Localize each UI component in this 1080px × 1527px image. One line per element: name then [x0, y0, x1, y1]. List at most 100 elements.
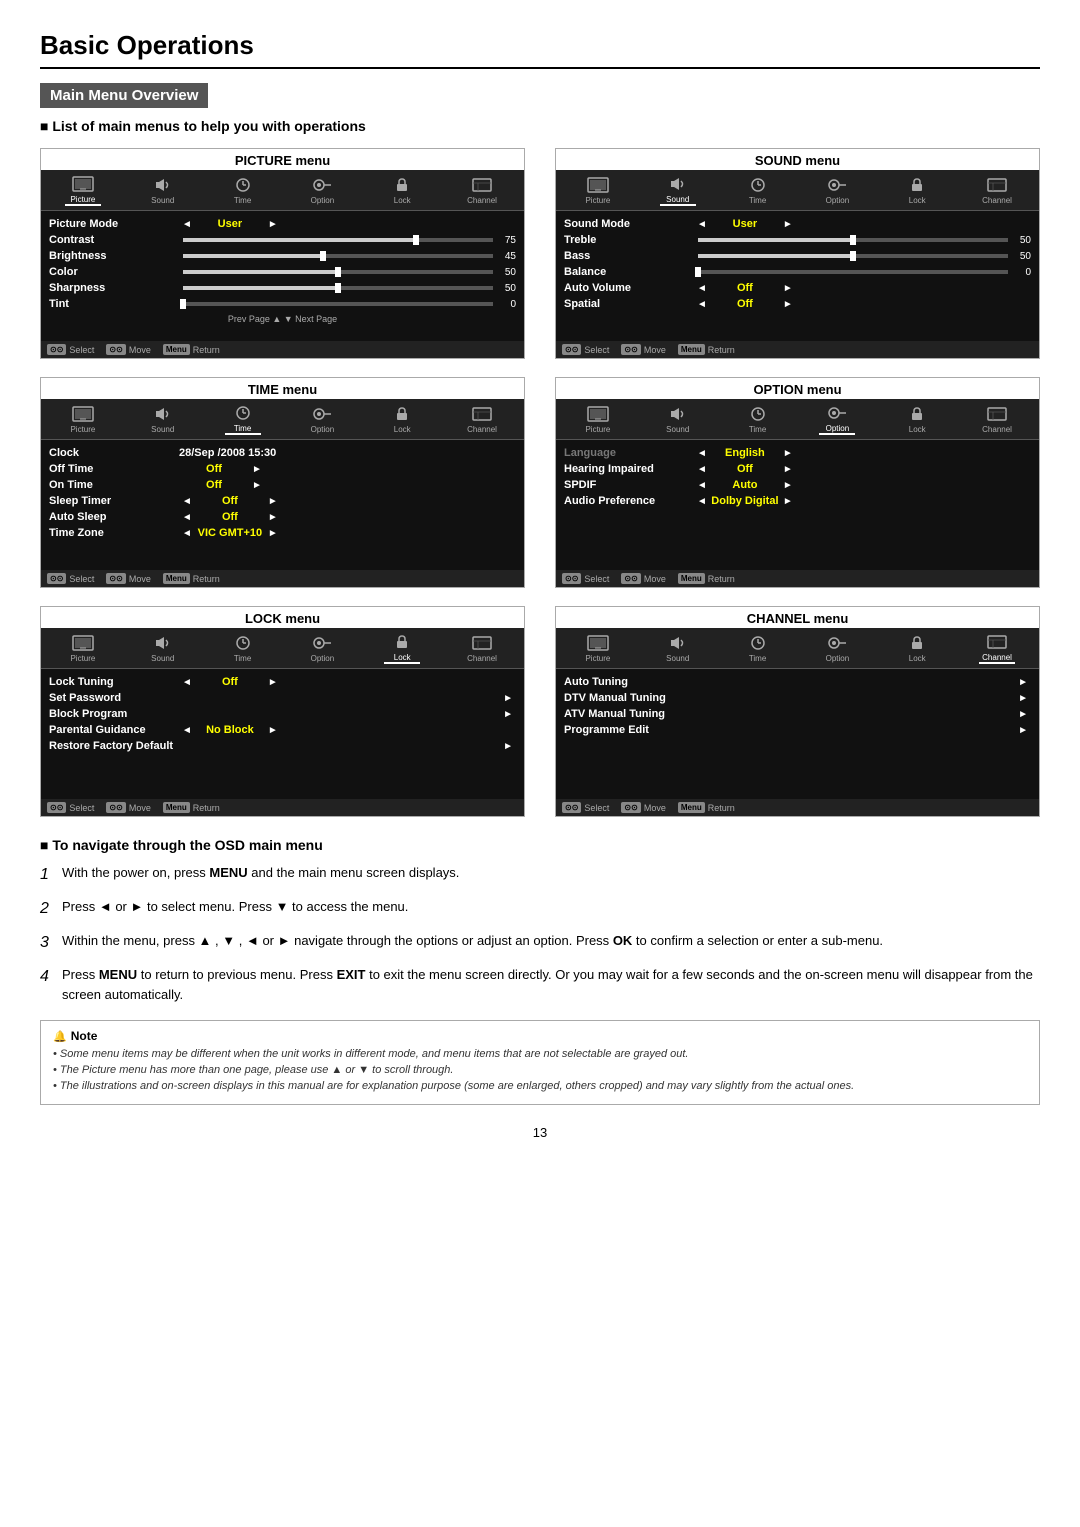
- osd-tab-lock[interactable]: Lock: [384, 632, 420, 664]
- arrow-left-icon[interactable]: ◄: [182, 512, 192, 523]
- menu-row[interactable]: Time Zone ◄ VIC GMT+10 ►: [49, 525, 516, 541]
- osd-tab-channel[interactable]: Channel: [979, 404, 1015, 434]
- menu-row[interactable]: Programme Edit ►: [564, 722, 1031, 738]
- menu-row[interactable]: Auto Tuning ►: [564, 674, 1031, 690]
- osd-tab-picture[interactable]: Picture: [65, 404, 101, 434]
- osd-tab-lock[interactable]: Lock: [384, 175, 420, 205]
- arrow-left-icon[interactable]: ◄: [697, 480, 707, 491]
- osd-tab-channel[interactable]: Channel: [979, 632, 1015, 664]
- menu-row[interactable]: Auto Volume ◄ Off ►: [564, 280, 1031, 296]
- arrow-right-icon[interactable]: ►: [783, 299, 793, 310]
- menu-row[interactable]: Parental Guidance ◄ No Block ►: [49, 722, 516, 738]
- osd-tab-lock[interactable]: Lock: [899, 633, 935, 663]
- arrow-right-icon[interactable]: ►: [1018, 709, 1028, 720]
- arrow-left-icon[interactable]: ◄: [697, 219, 707, 230]
- menu-row[interactable]: Sound Mode ◄ User ►: [564, 216, 1031, 232]
- osd-tab-time[interactable]: Time: [225, 633, 261, 663]
- arrow-left-icon[interactable]: ◄: [697, 464, 707, 475]
- arrow-right-icon[interactable]: ►: [268, 219, 278, 230]
- osd-tab-option[interactable]: Option: [304, 633, 340, 663]
- osd-tab-time[interactable]: Time: [225, 403, 261, 435]
- osd-tab-picture[interactable]: Picture: [580, 175, 616, 205]
- osd-tab-picture[interactable]: Picture: [580, 633, 616, 663]
- osd-tab-option[interactable]: Option: [819, 633, 855, 663]
- menu-row[interactable]: Restore Factory Default ►: [49, 738, 516, 754]
- arrow-right-icon[interactable]: ►: [252, 480, 262, 491]
- arrow-right-icon[interactable]: ►: [503, 741, 513, 752]
- arrow-right-icon[interactable]: ►: [1018, 725, 1028, 736]
- menu-row[interactable]: DTV Manual Tuning ►: [564, 690, 1031, 706]
- arrow-left-icon[interactable]: ◄: [697, 299, 707, 310]
- menu-row[interactable]: Language ◄ English ►: [564, 445, 1031, 461]
- arrow-right-icon[interactable]: ►: [783, 480, 793, 491]
- osd-tab-time[interactable]: Time: [740, 404, 776, 434]
- osd-tab-sound[interactable]: Sound: [145, 404, 181, 434]
- osd-tab-channel[interactable]: Channel: [464, 633, 500, 663]
- osd-tab-option[interactable]: Option: [304, 404, 340, 434]
- arrow-right-icon[interactable]: ►: [268, 677, 278, 688]
- arrow-right-icon[interactable]: ►: [503, 693, 513, 704]
- menu-row[interactable]: Off Time Off ►: [49, 461, 516, 477]
- arrow-left-icon[interactable]: ◄: [182, 219, 192, 230]
- menu-row[interactable]: Spatial ◄ Off ►: [564, 296, 1031, 312]
- arrow-left-icon[interactable]: ◄: [182, 677, 192, 688]
- bottom-label: Return: [193, 345, 220, 355]
- menu-row[interactable]: On Time Off ►: [49, 477, 516, 493]
- arrow-right-icon[interactable]: ►: [783, 283, 793, 294]
- menu-row-label: Sleep Timer: [49, 495, 179, 507]
- arrow-left-icon[interactable]: ◄: [697, 283, 707, 294]
- osd-tab-channel[interactable]: Channel: [464, 404, 500, 434]
- time-osd-bar: Picture Sound Time Option Lock Channel: [41, 399, 524, 440]
- osd-tab-channel[interactable]: Channel: [979, 175, 1015, 205]
- arrow-left-icon[interactable]: ◄: [182, 725, 192, 736]
- menu-row[interactable]: Block Program ►: [49, 706, 516, 722]
- arrow-right-icon[interactable]: ►: [268, 496, 278, 507]
- step-number: 2: [40, 897, 62, 921]
- osd-tab-option[interactable]: Option: [819, 175, 855, 205]
- osd-tab-time[interactable]: Time: [740, 175, 776, 205]
- menu-row-value: Off: [195, 511, 265, 523]
- arrow-right-icon[interactable]: ►: [252, 464, 262, 475]
- menu-row[interactable]: Set Password ►: [49, 690, 516, 706]
- menu-row[interactable]: Hearing Impaired ◄ Off ►: [564, 461, 1031, 477]
- arrow-left-icon[interactable]: ◄: [182, 528, 192, 539]
- step-number: 4: [40, 965, 62, 989]
- menu-row[interactable]: ATV Manual Tuning ►: [564, 706, 1031, 722]
- arrow-left-icon[interactable]: ◄: [697, 496, 707, 507]
- menu-row[interactable]: SPDIF ◄ Auto ►: [564, 477, 1031, 493]
- osd-tab-time[interactable]: Time: [225, 175, 261, 205]
- osd-tab-option[interactable]: Option: [819, 403, 855, 435]
- osd-tab-picture[interactable]: Picture: [65, 174, 101, 206]
- arrow-left-icon[interactable]: ◄: [182, 496, 192, 507]
- arrow-right-icon[interactable]: ►: [503, 709, 513, 720]
- osd-tab-time[interactable]: Time: [740, 633, 776, 663]
- menu-row[interactable]: Auto Sleep ◄ Off ►: [49, 509, 516, 525]
- arrow-left-icon[interactable]: ◄: [697, 448, 707, 459]
- osd-tab-picture[interactable]: Picture: [580, 404, 616, 434]
- menu-row[interactable]: Picture Mode ◄ User ►: [49, 216, 516, 232]
- arrow-right-icon[interactable]: ►: [1018, 677, 1028, 688]
- osd-tab-sound[interactable]: Sound: [660, 404, 696, 434]
- picture-menu-title: PICTURE menu: [41, 149, 524, 170]
- arrow-right-icon[interactable]: ►: [783, 464, 793, 475]
- osd-tab-lock[interactable]: Lock: [899, 175, 935, 205]
- arrow-right-icon[interactable]: ►: [783, 496, 793, 507]
- osd-tab-lock[interactable]: Lock: [899, 404, 935, 434]
- osd-tab-lock[interactable]: Lock: [384, 404, 420, 434]
- menu-row[interactable]: Audio Preference ◄ Dolby Digital ►: [564, 493, 1031, 509]
- osd-tab-sound[interactable]: Sound: [145, 175, 181, 205]
- menu-row[interactable]: Sleep Timer ◄ Off ►: [49, 493, 516, 509]
- arrow-right-icon[interactable]: ►: [783, 448, 793, 459]
- arrow-right-icon[interactable]: ►: [268, 528, 278, 539]
- arrow-right-icon[interactable]: ►: [268, 725, 278, 736]
- arrow-right-icon[interactable]: ►: [1018, 693, 1028, 704]
- osd-tab-picture[interactable]: Picture: [65, 633, 101, 663]
- osd-tab-channel[interactable]: Channel: [464, 175, 500, 205]
- osd-tab-sound[interactable]: Sound: [660, 633, 696, 663]
- osd-tab-sound[interactable]: Sound: [145, 633, 181, 663]
- menu-row[interactable]: Lock Tuning ◄ Off ►: [49, 674, 516, 690]
- osd-tab-sound[interactable]: Sound: [660, 174, 696, 206]
- osd-tab-option[interactable]: Option: [304, 175, 340, 205]
- arrow-right-icon[interactable]: ►: [268, 512, 278, 523]
- arrow-right-icon[interactable]: ►: [783, 219, 793, 230]
